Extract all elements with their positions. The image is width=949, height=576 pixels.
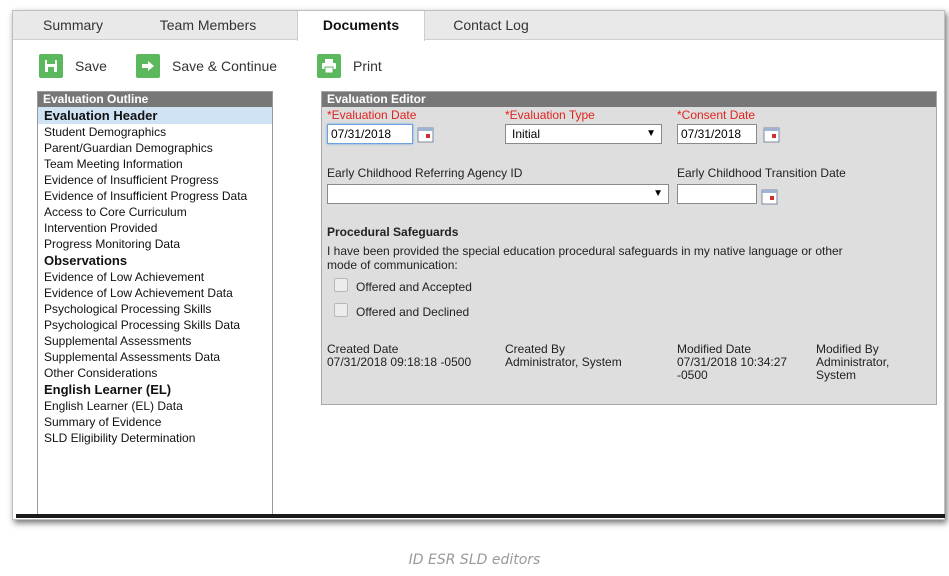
tab-documents[interactable]: Documents <box>297 11 425 41</box>
outline-item-team-meeting-information[interactable]: Team Meeting Information <box>38 156 272 172</box>
outline-item-other-considerations[interactable]: Other Considerations <box>38 365 272 381</box>
tab-contact-log[interactable]: Contact Log <box>441 11 541 40</box>
outline-item-supplemental-assessments[interactable]: Supplemental Assessments <box>38 333 272 349</box>
outline-item-evidence-low-achievement[interactable]: Evidence of Low Achievement <box>38 269 272 285</box>
modified-by-value-line-2: System <box>816 368 857 382</box>
window-bottom-border <box>16 514 945 518</box>
figure-caption: ID ESR SLD editors <box>408 552 541 568</box>
referring-agency-select[interactable]: ▼ <box>327 184 669 204</box>
save-continue-label: Save & Continue <box>172 58 278 74</box>
outline-item-evaluation-header[interactable]: Evaluation Header <box>38 107 272 124</box>
tab-summary[interactable]: Summary <box>33 11 113 40</box>
chevron-down-icon: ▼ <box>653 188 663 199</box>
created-date-label: Created Date <box>327 342 399 356</box>
outline-item-summary-of-evidence[interactable]: Summary of Evidence <box>38 414 272 430</box>
evaluation-type-value: Initial <box>512 127 541 141</box>
created-by-value: Administrator, System <box>505 355 622 369</box>
print-button[interactable]: Print <box>317 51 382 81</box>
calendar-icon[interactable] <box>761 188 778 205</box>
save-continue-button[interactable]: Save & Continue <box>136 51 277 81</box>
outline-item-evidence-low-achievement-data[interactable]: Evidence of Low Achievement Data <box>38 285 272 301</box>
outline-title: Evaluation Outline <box>38 92 272 107</box>
save-label: Save <box>75 58 107 74</box>
modified-date-label: Modified Date <box>677 342 752 356</box>
print-label: Print <box>353 58 382 74</box>
evaluation-date-input[interactable]: 07/31/2018 <box>327 124 413 144</box>
modified-by-label: Modified By <box>816 342 879 356</box>
arrow-right-icon <box>136 54 160 78</box>
outline-item-psychological-processing-skills-data[interactable]: Psychological Processing Skills Data <box>38 317 272 333</box>
outline-item-evidence-insufficient-progress[interactable]: Evidence of Insufficient Progress <box>38 172 272 188</box>
calendar-icon[interactable] <box>417 126 434 143</box>
offered-accepted-checkbox[interactable] <box>334 278 348 292</box>
safeguards-text-line-2: mode of communication: <box>327 258 458 272</box>
outline-item-progress-monitoring-data[interactable]: Progress Monitoring Data <box>38 236 272 252</box>
outline-item-intervention-provided[interactable]: Intervention Provided <box>38 220 272 236</box>
offered-declined-checkbox[interactable] <box>334 303 348 317</box>
consent-date-input[interactable]: 07/31/2018 <box>677 124 757 144</box>
outline-item-psychological-processing-skills[interactable]: Psychological Processing Skills <box>38 301 272 317</box>
outline-group-observations[interactable]: Observations <box>38 252 272 269</box>
modified-date-value-line-1: 07/31/2018 10:34:27 <box>677 355 788 369</box>
save-icon <box>39 54 63 78</box>
tab-team-members[interactable]: Team Members <box>143 11 273 40</box>
editor-title: Evaluation Editor <box>322 92 936 107</box>
outline-item-english-learner-data[interactable]: English Learner (EL) Data <box>38 398 272 414</box>
safeguards-heading: Procedural Safeguards <box>327 225 459 239</box>
modified-date-value-line-2: -0500 <box>677 368 708 382</box>
outline-item-sld-eligibility-determination[interactable]: SLD Eligibility Determination <box>38 430 272 446</box>
calendar-icon[interactable] <box>763 126 780 143</box>
evaluation-type-label: *Evaluation Type <box>505 108 595 122</box>
created-by-label: Created By <box>505 342 566 356</box>
evaluation-outline: Evaluation Outline Evaluation Header Stu… <box>37 91 273 518</box>
outline-item-access-core-curriculum[interactable]: Access to Core Curriculum <box>38 204 272 220</box>
outline-group-english-learner[interactable]: English Learner (EL) <box>38 381 272 398</box>
outline-item-parent-guardian-demographics[interactable]: Parent/Guardian Demographics <box>38 140 272 156</box>
outline-item-supplemental-assessments-data[interactable]: Supplemental Assessments Data <box>38 349 272 365</box>
toolbar: Save Save & Continue Print <box>13 51 944 81</box>
safeguards-text-line-1: I have been provided the special educati… <box>327 244 843 258</box>
referring-agency-label: Early Childhood Referring Agency ID <box>327 166 523 180</box>
evaluation-type-select[interactable]: Initial ▼ <box>505 124 662 144</box>
tab-bar: Summary Team Members Documents Contact L… <box>13 11 944 41</box>
created-date-value: 07/31/2018 09:18:18 -0500 <box>327 355 472 369</box>
modified-by-value-line-1: Administrator, <box>816 355 890 369</box>
transition-date-input[interactable] <box>677 184 757 204</box>
printer-icon <box>317 54 341 78</box>
chevron-down-icon: ▼ <box>646 128 656 139</box>
evaluation-date-label: *Evaluation Date <box>327 108 417 122</box>
app-window: Summary Team Members Documents Contact L… <box>12 10 945 520</box>
save-button[interactable]: Save <box>39 51 107 81</box>
offered-accepted-label: Offered and Accepted <box>356 280 472 294</box>
outline-item-student-demographics[interactable]: Student Demographics <box>38 124 272 140</box>
outline-item-evidence-insufficient-progress-data[interactable]: Evidence of Insufficient Progress Data <box>38 188 258 204</box>
evaluation-editor: Evaluation Editor *Evaluation Date 07/31… <box>321 91 937 405</box>
offered-declined-label: Offered and Declined <box>356 305 470 319</box>
transition-date-label: Early Childhood Transition Date <box>677 166 846 180</box>
consent-date-label: *Consent Date <box>677 108 756 122</box>
